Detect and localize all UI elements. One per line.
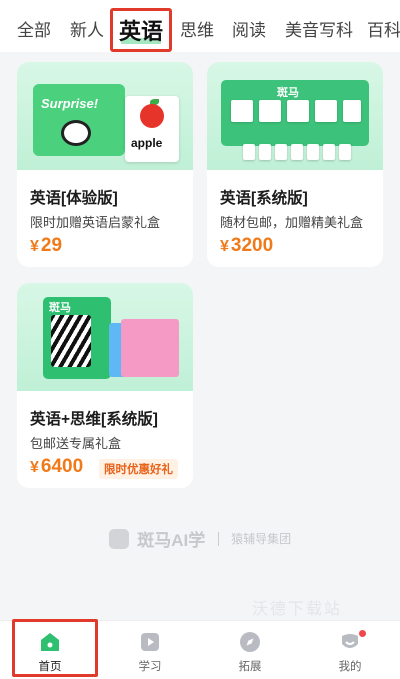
apple-icon: [140, 104, 164, 128]
nav-label: 拓展: [238, 661, 262, 673]
compass-icon: [240, 632, 260, 652]
divider: [217, 531, 219, 546]
product-title: 英语+思维[系统版]: [30, 411, 158, 428]
site-watermark: 沃德下载站: [252, 601, 343, 618]
brand-name: 斑马AI学: [137, 531, 206, 550]
nav-label: 学习: [138, 661, 162, 673]
tab-english-label: 英语: [119, 19, 164, 44]
board-text: 斑马: [277, 87, 299, 99]
flashcard-word: apple: [131, 136, 163, 150]
product-title: 英语[系统版]: [220, 190, 308, 207]
promo-badge: 限时优惠好礼: [99, 459, 178, 479]
product-image: 斑马: [17, 283, 193, 391]
product-price: ¥29: [30, 235, 63, 256]
product-subtitle: 随材包邮，加赠精美礼盒: [220, 215, 364, 230]
zebra-illustration: [51, 315, 91, 367]
nav-study[interactable]: 学习: [100, 621, 200, 679]
tab-reading[interactable]: 阅读: [232, 16, 266, 41]
tab-encyclopedia[interactable]: 百科: [367, 16, 400, 41]
product-subtitle: 包邮送专属礼盒: [30, 436, 122, 451]
box-text: 斑马: [49, 302, 71, 314]
surprise-book-image: Surprise!: [33, 84, 125, 156]
product-price: ¥3200: [220, 235, 274, 256]
zebra-logo-icon: [108, 528, 129, 549]
product-price: ¥6400: [30, 456, 84, 477]
play-icon: [141, 633, 159, 651]
product-card-english-system[interactable]: 斑马 英语[系统版] 随材包邮，加赠精美礼盒 ¥3200: [207, 62, 383, 267]
nav-explore[interactable]: 拓展: [200, 621, 300, 679]
apple-flashcard: apple: [125, 96, 179, 162]
nav-profile[interactable]: 我的: [300, 621, 400, 679]
brand-group: 猿辅导集团: [231, 532, 292, 546]
pink-book-image: [121, 319, 179, 377]
nav-label: 我的: [338, 661, 362, 673]
tab-english[interactable]: 英语: [110, 8, 173, 52]
zebra-box-image: 斑马: [43, 297, 111, 379]
book-text: Surprise!: [41, 96, 99, 111]
product-image: 斑马: [207, 62, 383, 170]
learning-kit-image: 斑马: [221, 80, 369, 146]
tab-newcomer[interactable]: 新人: [70, 16, 104, 41]
product-card-english-trial[interactable]: Surprise! apple 英语[体验版] 限时加赠英语启蒙礼盒 ¥29: [17, 62, 193, 267]
notification-badge: [358, 629, 367, 638]
cow-illustration: [61, 120, 91, 146]
product-card-english-thinking[interactable]: 斑马 英语+思维[系统版] 包邮送专属礼盒 ¥6400 限时优惠好礼: [17, 283, 193, 488]
brand-footer: 斑马AI学 猿辅导集团: [0, 526, 400, 551]
tab-all[interactable]: 全部: [17, 16, 51, 41]
tab-art[interactable]: 美音写科: [285, 16, 353, 41]
product-title: 英语[体验版]: [30, 190, 118, 207]
tab-thinking[interactable]: 思维: [180, 16, 214, 41]
category-tabs: 全部 新人 英语 思维 阅读 美音写科 百科: [0, 0, 400, 52]
home-highlight-frame: [12, 619, 98, 677]
product-image: Surprise! apple: [17, 62, 193, 170]
product-subtitle: 限时加赠英语启蒙礼盒: [30, 215, 161, 230]
